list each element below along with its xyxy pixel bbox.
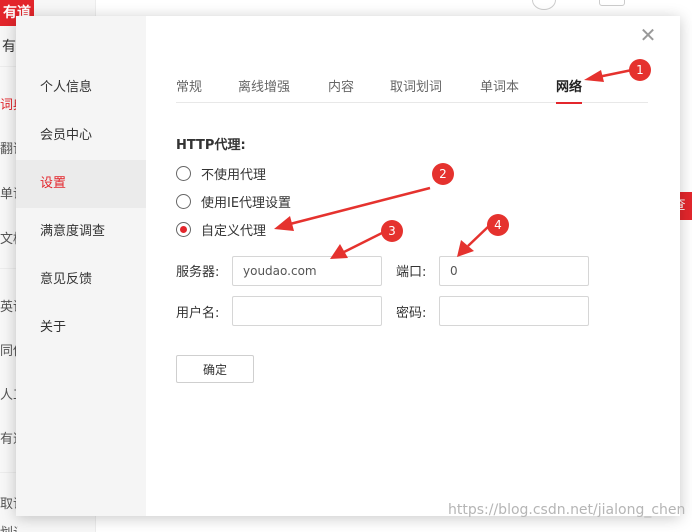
- settings-tabs: 常规 离线增强 内容 取词划词 单词本 网络: [176, 70, 648, 104]
- tab-content[interactable]: 内容: [328, 76, 354, 103]
- annotation-badge: 1: [629, 59, 651, 81]
- sidebar-item-about[interactable]: 关于: [16, 304, 146, 352]
- radio-button[interactable]: [176, 166, 191, 181]
- username-input[interactable]: [232, 296, 382, 326]
- proxy-option-none[interactable]: 不使用代理: [176, 164, 266, 183]
- sidebar-item-profile[interactable]: 个人信息: [16, 64, 146, 112]
- radio-button-checked[interactable]: [176, 222, 191, 237]
- tab-network[interactable]: 网络: [556, 76, 583, 104]
- tab-general[interactable]: 常规: [176, 76, 202, 103]
- radio-label: 使用IE代理设置: [201, 196, 292, 211]
- sidebar-item-feedback[interactable]: 意见反馈: [16, 256, 146, 304]
- port-label: 端口:: [396, 265, 427, 280]
- avatar[interactable]: [532, 0, 556, 10]
- watermark: https://blog.csdn.net/jialong_chen: [448, 502, 686, 518]
- annotation-badge: 4: [487, 214, 509, 236]
- radio-label: 不使用代理: [201, 168, 267, 183]
- close-icon[interactable]: ✕: [636, 24, 660, 48]
- radio-button[interactable]: [176, 194, 191, 209]
- annotation-badge: 2: [432, 163, 454, 185]
- username-label: 用户名:: [176, 306, 220, 321]
- tab-offline[interactable]: 离线增强: [238, 76, 290, 103]
- confirm-button[interactable]: 确定: [176, 355, 254, 383]
- proxy-option-ie[interactable]: 使用IE代理设置: [176, 192, 291, 211]
- sidebar-item-settings[interactable]: 设置: [16, 160, 146, 208]
- section-title: HTTP代理:: [176, 138, 246, 153]
- top-bar-button[interactable]: [599, 0, 625, 6]
- proxy-option-custom[interactable]: 自定义代理: [176, 220, 266, 239]
- app-title: 有: [2, 39, 16, 55]
- sidebar-item-survey[interactable]: 满意度调查: [16, 208, 146, 256]
- sidebar-item-membership[interactable]: 会员中心: [16, 112, 146, 160]
- settings-dialog: 个人信息 会员中心 设置 满意度调查 意见反馈 关于 ✕ 常规 离线增强 内容 …: [16, 16, 680, 516]
- annotation-badge: 3: [381, 220, 403, 242]
- server-label: 服务器:: [176, 265, 220, 280]
- tab-capture[interactable]: 取词划词: [390, 76, 442, 103]
- server-input[interactable]: [232, 256, 382, 286]
- background-nav-item[interactable]: 划词: [0, 522, 18, 532]
- tab-wordbook[interactable]: 单词本: [480, 76, 519, 103]
- password-label: 密码:: [396, 306, 427, 321]
- radio-label: 自定义代理: [201, 224, 267, 239]
- dialog-sidebar: 个人信息 会员中心 设置 满意度调查 意见反馈 关于: [16, 16, 146, 516]
- port-input[interactable]: [439, 256, 589, 286]
- password-input[interactable]: [439, 296, 589, 326]
